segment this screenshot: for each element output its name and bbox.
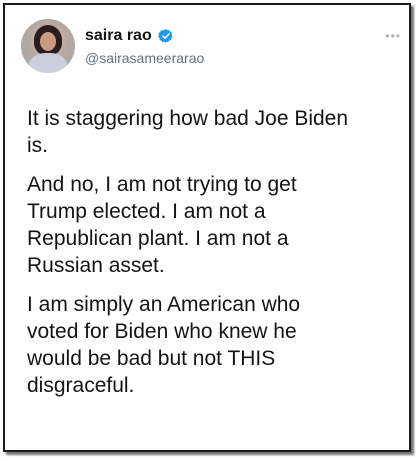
verified-badge-icon [157, 29, 173, 43]
tweet-paragraph: I am simply an American who voted for Bi… [27, 293, 301, 397]
author-name-row: saira rao [85, 27, 174, 45]
tweet-header: saira rao @sairasameerarao ••• [21, 17, 401, 77]
author-handle[interactable]: @sairasameerarao [85, 50, 204, 66]
tweet-card: saira rao @sairasameerarao ••• It is sta… [3, 3, 411, 452]
avatar[interactable] [21, 19, 75, 73]
tweet-paragraph: It is staggering how bad Joe Biden is. [27, 107, 349, 157]
ellipsis-icon[interactable]: ••• [385, 29, 401, 43]
tweet-paragraph: And no, I am not trying to get Trump ele… [27, 173, 297, 277]
author-display-name[interactable]: saira rao [85, 27, 152, 45]
avatar-body [29, 53, 67, 73]
avatar-face [40, 32, 56, 51]
tweet-text: It is staggering how bad Joe Biden is. A… [27, 105, 407, 411]
